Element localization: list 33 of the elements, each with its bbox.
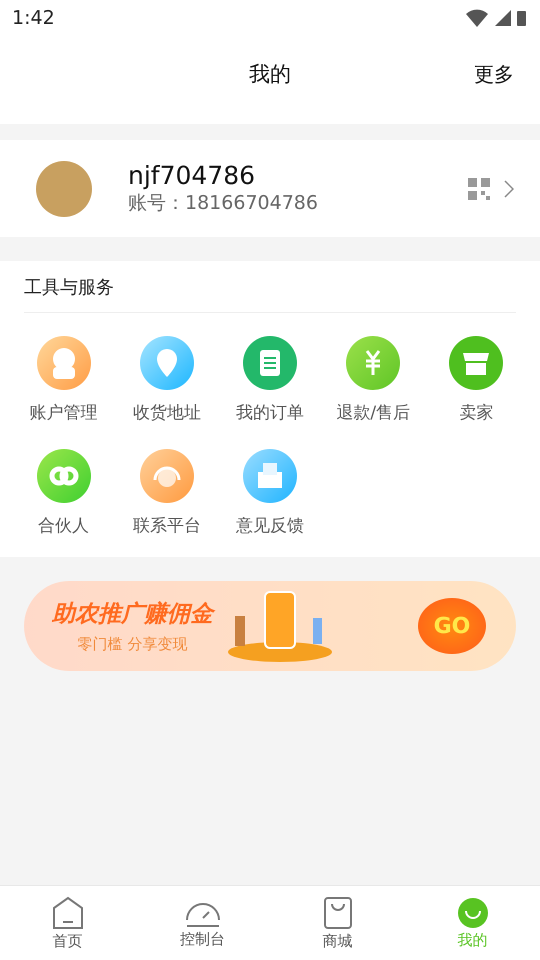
status-time: 1:42 — [12, 7, 55, 29]
service-label[interactable]: 我的订单 — [236, 401, 304, 424]
banner-subtitle: 零门槛 分享变现 — [78, 635, 188, 654]
nav-tab[interactable]: 首页 — [0, 886, 135, 960]
wifi-icon — [465, 9, 489, 27]
chevron-right-icon[interactable] — [504, 180, 514, 198]
person-icon — [36, 335, 92, 391]
battery-icon — [517, 10, 526, 26]
service-label[interactable]: 意见反馈 — [236, 514, 304, 537]
user-name: njf704786 — [128, 161, 256, 190]
service-label[interactable]: 退款/售后 — [336, 401, 410, 424]
service-label[interactable]: 卖家 — [459, 401, 494, 424]
service-label[interactable]: 合伙人 — [38, 514, 90, 537]
home-icon — [52, 896, 84, 930]
shopping-bag-icon — [322, 896, 352, 930]
nav-tab[interactable]: 控制台 — [135, 886, 270, 960]
nav-tab[interactable]: 商城 — [270, 886, 405, 960]
service-label[interactable]: 账户管理 — [30, 401, 98, 424]
yen-icon — [345, 335, 402, 391]
clipboard-icon — [242, 335, 298, 391]
service-label[interactable]: 联系平台 — [132, 514, 201, 537]
qr-code-icon[interactable] — [468, 178, 490, 200]
section-title: 工具与服务 — [24, 276, 114, 298]
shop-icon — [448, 335, 504, 391]
signal-icon — [495, 10, 511, 26]
service-label[interactable]: 收货地址 — [132, 401, 201, 424]
location-pin-icon — [138, 335, 195, 391]
account-number: 账号：18166704786 — [128, 191, 319, 216]
more-link[interactable]: 更多 — [474, 60, 514, 88]
user-circle-icon — [456, 896, 488, 928]
page-title: 我的 — [249, 61, 291, 88]
link-rings-icon — [36, 448, 92, 504]
banner-title: 助农推广赚佣金 — [52, 598, 213, 629]
